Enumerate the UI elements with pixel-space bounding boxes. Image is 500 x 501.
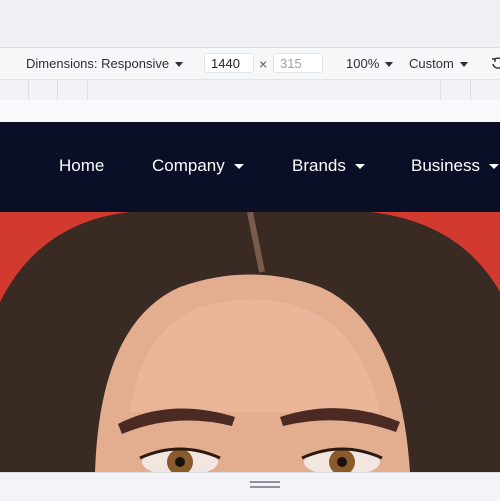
throttle-dropdown[interactable]: Custom [409, 56, 468, 71]
nav-item-business[interactable]: Business [411, 156, 499, 176]
caret-down-icon [175, 62, 184, 68]
ruler-divider [57, 80, 58, 100]
device-toolbar: Dimensions: Responsive 1440 × 315 100% C… [0, 47, 500, 80]
page-viewport: Home Company Brands Business [0, 122, 500, 472]
times-symbol: × [259, 56, 268, 72]
width-input[interactable]: 1440 [204, 53, 254, 73]
caret-down-icon [354, 164, 365, 170]
nav-item-brands[interactable]: Brands [292, 156, 365, 176]
devtools-top-strip [0, 0, 500, 44]
rotate-icon[interactable] [490, 56, 500, 70]
caret-down-icon [385, 62, 394, 68]
nav-item-label: Brands [292, 156, 346, 175]
nav-item-label: Company [152, 156, 225, 175]
ruler-divider [87, 80, 88, 100]
hero-portrait [0, 211, 500, 472]
ruler-divider [440, 80, 441, 100]
dimensions-dropdown[interactable]: Dimensions: Responsive [26, 56, 184, 71]
viewport-resize-bar[interactable] [0, 472, 500, 501]
throttle-label: Custom [409, 56, 454, 71]
caret-down-icon [488, 164, 499, 170]
nav-item-company[interactable]: Company [152, 156, 244, 176]
nav-item-home[interactable]: Home [59, 156, 104, 176]
dimensions-label: Dimensions: Responsive [26, 56, 170, 71]
zoom-label: 100% [346, 56, 380, 71]
site-navbar: Home Company Brands Business [0, 122, 500, 212]
viewport-gap [0, 100, 500, 122]
zoom-dropdown[interactable]: 100% [346, 56, 394, 71]
nav-item-label: Home [59, 156, 105, 175]
height-input[interactable]: 315 [273, 53, 323, 73]
nav-item-label: Business [411, 156, 480, 175]
drag-handle-icon[interactable] [250, 481, 280, 489]
caret-down-icon [233, 164, 244, 170]
media-query-ruler[interactable] [0, 79, 500, 101]
hero-image [0, 211, 500, 472]
caret-down-icon [459, 62, 468, 68]
ruler-divider [470, 80, 471, 100]
ruler-divider [28, 80, 29, 100]
